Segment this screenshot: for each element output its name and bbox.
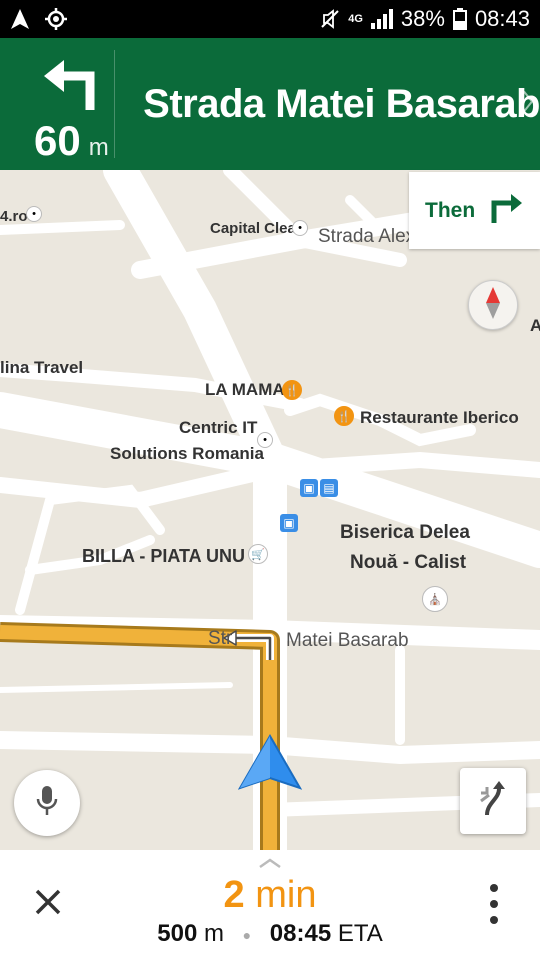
- poi-label[interactable]: 4.ro: [0, 208, 28, 225]
- turn-right-arrow-icon: [489, 191, 523, 230]
- then-card[interactable]: Then: [409, 172, 540, 249]
- remaining-distance: 500: [157, 920, 198, 947]
- then-label: Then: [425, 198, 476, 222]
- compass-icon: [482, 286, 504, 324]
- poi-label[interactable]: Restaurante Iberico: [360, 408, 519, 428]
- battery-percent: 38%: [400, 6, 445, 31]
- route-overview-button[interactable]: [460, 768, 526, 834]
- road-label: Strada Alex: [318, 226, 416, 247]
- restaurant-icon[interactable]: 🍴: [334, 406, 354, 426]
- gps-icon: [44, 7, 68, 31]
- separator-dot: ●: [242, 926, 252, 943]
- eta-duration: 2 min: [0, 874, 540, 917]
- menu-dot: [490, 900, 498, 908]
- arrival-suffix: ETA: [337, 920, 383, 947]
- restaurant-icon[interactable]: 🍴: [282, 380, 302, 400]
- turn-distance: 60 m: [34, 120, 109, 162]
- church-icon[interactable]: ⛪: [422, 586, 448, 612]
- street-name-container[interactable]: Strada Matei Basarab: [115, 38, 540, 170]
- poi-label[interactable]: LA MAMA: [205, 380, 285, 400]
- microphone-icon: [35, 785, 59, 822]
- turn-distance-unit: m: [88, 134, 109, 161]
- arrival-time: 08:45: [269, 920, 332, 947]
- route-overview-icon: [477, 780, 509, 822]
- turn-distance-value: 60: [34, 117, 81, 164]
- poi-marker-icon[interactable]: •: [26, 206, 42, 222]
- bus-stop-icon[interactable]: ▣: [280, 514, 298, 532]
- eta-minutes: 2: [223, 874, 245, 916]
- poi-label[interactable]: Centric IT: [179, 418, 257, 438]
- poi-label[interactable]: Solutions Romania: [110, 444, 264, 464]
- navigation-header[interactable]: 60 m Strada Matei Basarab: [0, 38, 540, 170]
- road-label: Str: [208, 628, 233, 649]
- menu-dot: [490, 884, 498, 892]
- trip-summary-panel[interactable]: 2 min 500 m ● 08:45 ETA: [0, 850, 540, 960]
- poi-label[interactable]: Biserica Delea: [340, 522, 470, 544]
- status-bar: 4G 38% 08:43: [0, 0, 540, 38]
- bus-stop-icon[interactable]: ▣: [300, 479, 318, 497]
- remaining-distance-unit: m: [203, 920, 224, 947]
- tram-stop-icon[interactable]: ▤: [320, 479, 338, 497]
- poi-label[interactable]: A: [530, 316, 540, 336]
- turn-instruction: 60 m: [0, 50, 116, 162]
- poi-label[interactable]: Nouă - Calist: [350, 552, 466, 574]
- chevron-up-icon[interactable]: [258, 856, 282, 874]
- current-location-arrow-icon: [237, 733, 303, 795]
- shopping-cart-icon[interactable]: 🛒: [248, 544, 268, 564]
- navigation-arrow-icon: [10, 8, 30, 30]
- menu-dot: [490, 916, 498, 924]
- chevron-right-icon: [522, 90, 534, 119]
- street-name: Strada Matei Basarab: [143, 81, 540, 126]
- road-label: Matei Basarab: [286, 630, 409, 651]
- navigation-app: 4G 38% 08:43 60 m Strada Matei Basarab 4…: [0, 0, 540, 960]
- poi-label[interactable]: Capital Clean: [210, 220, 305, 237]
- compass-button[interactable]: [468, 280, 518, 330]
- eta-unit: min: [255, 874, 317, 916]
- more-options-button[interactable]: [480, 884, 508, 924]
- trip-details: 500 m ● 08:45 ETA: [0, 920, 540, 948]
- poi-label[interactable]: lina Travel: [0, 358, 83, 378]
- poi-marker-icon[interactable]: •: [292, 220, 308, 236]
- poi-label[interactable]: BILLA - PIATA UNU: [82, 546, 245, 567]
- turn-left-arrow-icon: [42, 54, 102, 119]
- status-time: 08:43: [474, 6, 530, 31]
- voice-search-button[interactable]: [14, 770, 80, 836]
- network-type-label: 4G: [348, 13, 363, 25]
- battery-icon: [452, 8, 467, 30]
- mute-icon: [320, 9, 340, 29]
- signal-icon: [370, 9, 393, 29]
